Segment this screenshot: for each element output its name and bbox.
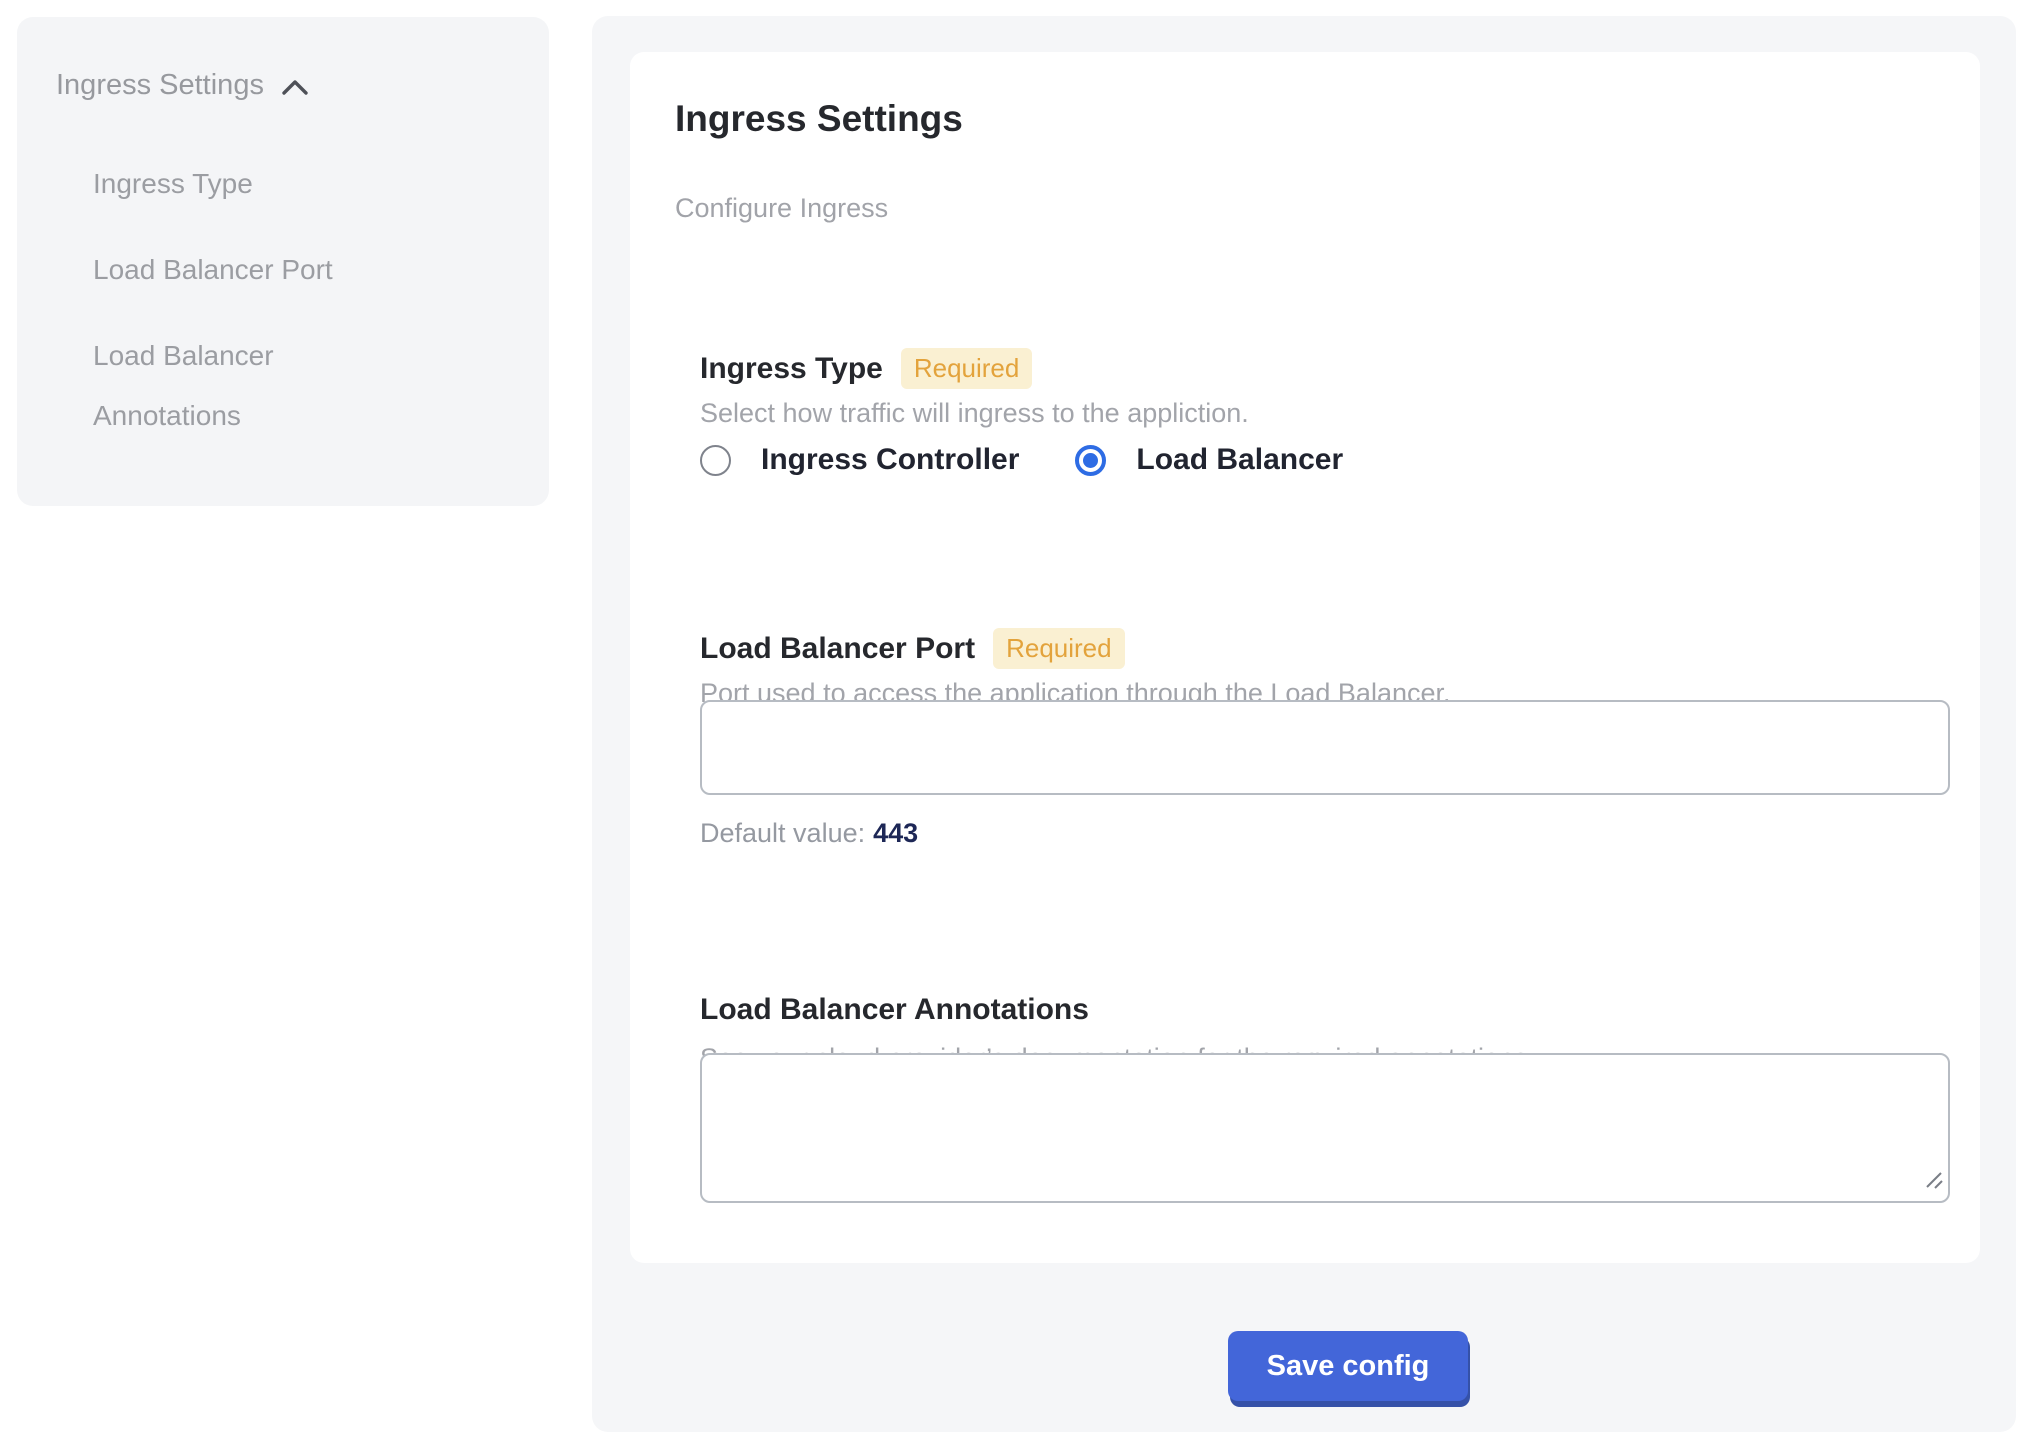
page-subtitle: Configure Ingress: [675, 193, 888, 224]
ingress-type-description: Select how traffic will ingress to the a…: [700, 398, 1249, 429]
sidebar-group-label: Ingress Settings: [56, 69, 264, 102]
radio-label: Load Balancer: [1136, 443, 1343, 477]
lb-annotations-heading-row: Load Balancer Annotations: [700, 993, 1089, 1027]
radio-circle-icon: [700, 445, 731, 476]
lb-annotations-textarea[interactable]: [700, 1053, 1950, 1203]
ingress-type-heading-row: Ingress Type Required: [700, 348, 1032, 389]
default-value-label: Default value:: [700, 818, 865, 848]
radio-circle-icon: [1075, 445, 1106, 476]
default-value: 443: [873, 818, 918, 848]
save-config-button[interactable]: Save config: [1228, 1331, 1468, 1401]
sidebar-item-load-balancer-port[interactable]: Load Balancer Port: [93, 240, 393, 300]
required-badge: Required: [993, 628, 1125, 669]
lb-port-input[interactable]: [700, 700, 1950, 795]
radio-load-balancer[interactable]: Load Balancer: [1075, 443, 1343, 477]
lb-port-heading-row: Load Balancer Port Required: [700, 628, 1125, 669]
lb-port-default-row: Default value: 443: [700, 818, 918, 849]
radio-ingress-controller[interactable]: Ingress Controller: [700, 443, 1019, 477]
sidebar-item-ingress-type[interactable]: Ingress Type: [93, 154, 393, 214]
sidebar-item-list: Ingress Type Load Balancer Port Load Bal…: [93, 154, 393, 446]
ingress-type-heading: Ingress Type: [700, 352, 883, 386]
ingress-settings-card: Ingress Settings Configure Ingress Ingre…: [630, 52, 1980, 1263]
lb-annotations-textarea-wrap: [700, 1053, 1950, 1203]
settings-sidebar: Ingress Settings Ingress Type Load Balan…: [17, 17, 549, 506]
chevron-up-icon: [280, 74, 310, 98]
main-panel: Ingress Settings Configure Ingress Ingre…: [592, 16, 2016, 1432]
ingress-type-radio-group: Ingress Controller Load Balancer: [700, 443, 1343, 477]
required-badge: Required: [901, 348, 1033, 389]
lb-port-heading: Load Balancer Port: [700, 632, 975, 666]
sidebar-item-load-balancer-annotations[interactable]: Load Balancer Annotations: [93, 326, 393, 446]
sidebar-group-ingress-settings[interactable]: Ingress Settings: [56, 69, 519, 102]
page-title: Ingress Settings: [675, 98, 963, 140]
lb-annotations-heading: Load Balancer Annotations: [700, 993, 1089, 1027]
radio-label: Ingress Controller: [761, 443, 1019, 477]
